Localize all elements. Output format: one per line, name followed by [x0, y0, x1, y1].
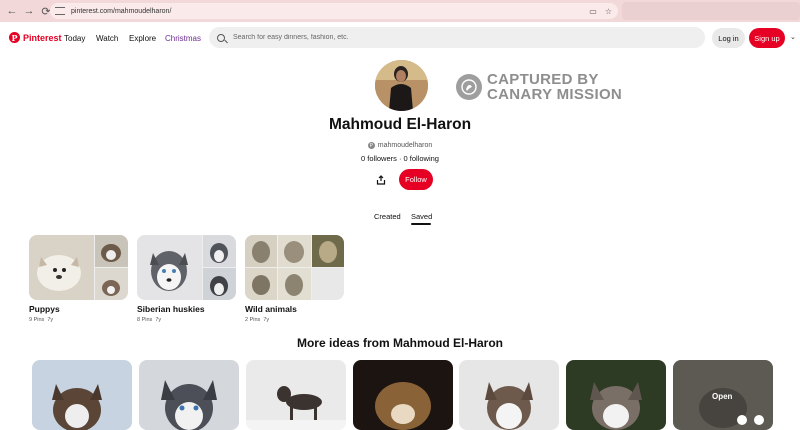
site-info-icon[interactable] [55, 7, 65, 15]
board-meta: 8 Pins 7y [137, 317, 162, 323]
board-meta: 9 Pins 7y [29, 317, 54, 323]
nav-christmas[interactable]: Christmas [165, 34, 201, 43]
board-image [312, 235, 344, 267]
tab-saved[interactable]: Saved [411, 212, 432, 221]
nav-today[interactable]: Today [64, 34, 85, 43]
back-icon[interactable]: ← [5, 4, 19, 18]
board-image-empty [312, 268, 344, 300]
board-cover [29, 235, 128, 300]
board-card[interactable]: Puppys 9 Pins 7y [29, 235, 128, 323]
canary-bird-icon [456, 74, 482, 100]
cast-icon[interactable]: ▭ [589, 7, 597, 16]
handle-text: mahmoudelharon [377, 142, 433, 149]
pinterest-small-icon: P [367, 142, 375, 149]
brand-name: Pinterest [23, 32, 62, 43]
site-header: P Pinterest Today Watch Explore Christma… [0, 22, 800, 56]
avatar [375, 60, 428, 111]
follow-stats[interactable]: 0 followers · 0 following [0, 154, 800, 163]
board-cover [137, 235, 236, 300]
share-icon[interactable] [375, 174, 387, 186]
signup-button[interactable]: Sign up [749, 28, 785, 48]
browser-extension-area [622, 2, 800, 20]
nav-explore[interactable]: Explore [129, 34, 156, 43]
board-title: Puppys [29, 304, 60, 314]
pinterest-logo[interactable]: P Pinterest [9, 32, 62, 43]
pinterest-logo-icon: P [9, 32, 20, 43]
address-bar[interactable]: pinterest.com/mahmoudelharon/ ▭ ☆ [50, 3, 618, 19]
avatar-photo [375, 60, 428, 111]
chevron-down-icon[interactable]: ⌄ [790, 33, 796, 41]
profile-name: Mahmoud El-Haron [328, 116, 472, 133]
board-card[interactable]: Wild animals 2 Pins 7y [245, 235, 344, 323]
board-image [278, 268, 311, 300]
board-image [278, 235, 311, 267]
canary-mission-watermark: CAPTURED BY CANARY MISSION [456, 72, 622, 102]
board-image [137, 235, 202, 300]
active-tab-indicator [411, 223, 431, 225]
board-title: Wild animals [245, 304, 297, 314]
profile-handle: P mahmoudelharon [0, 142, 800, 149]
search-bar[interactable] [209, 27, 705, 48]
more-ideas-heading: More ideas from Mahmoud El-Haron [296, 336, 504, 350]
board-image [245, 235, 277, 267]
url-text[interactable]: pinterest.com/mahmoudelharon/ [71, 8, 171, 15]
board-cover [245, 235, 344, 300]
board-image [29, 235, 94, 300]
search-input[interactable] [233, 34, 633, 41]
watermark-line2: CANARY MISSION [487, 86, 623, 103]
board-meta: 2 Pins 7y [245, 317, 270, 323]
open-pin-label[interactable]: Open [712, 392, 732, 401]
board-image [245, 268, 277, 300]
board-image [203, 235, 236, 267]
board-image [95, 268, 128, 300]
tab-created[interactable]: Created [374, 212, 401, 221]
board-title: Siberian huskies [137, 304, 205, 314]
board-card[interactable]: Siberian huskies 8 Pins 7y [137, 235, 236, 323]
board-image [95, 235, 128, 267]
nav-watch[interactable]: Watch [96, 34, 118, 43]
login-button[interactable]: Log in [712, 28, 745, 48]
follow-button[interactable]: Follow [399, 169, 433, 190]
board-image [203, 268, 236, 300]
bookmark-star-icon[interactable]: ☆ [605, 7, 612, 16]
watermark-line1: CAPTURED BY [487, 71, 599, 88]
browser-toolbar: ← → ⟳ pinterest.com/mahmoudelharon/ ▭ ☆ [0, 0, 800, 22]
forward-icon[interactable]: → [22, 4, 36, 18]
search-icon [217, 33, 225, 42]
